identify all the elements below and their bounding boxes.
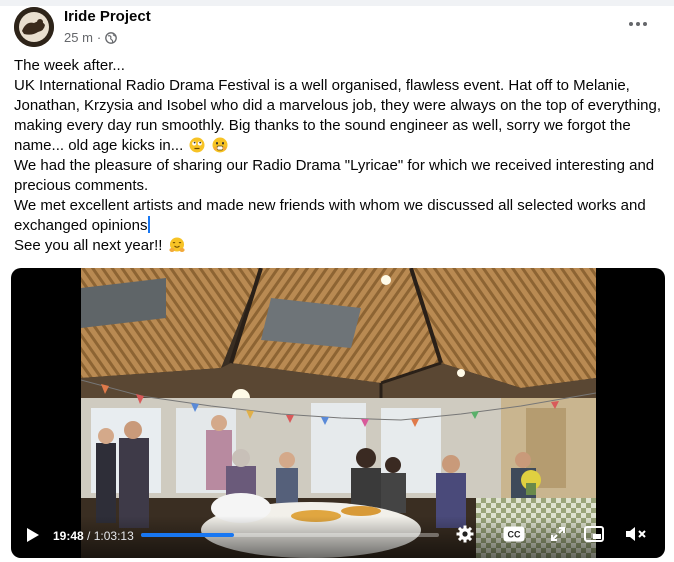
rolling-eyes-emoji-icon — [189, 137, 205, 153]
post-line: UK International Radio Drama Festival is… — [14, 77, 630, 94]
post-meta: 25 m · — [64, 30, 118, 45]
video-frame[interactable] — [80, 268, 597, 558]
gear-icon — [456, 525, 474, 548]
post-line-with-emoji: name... old age kicks in... — [14, 136, 664, 156]
settings-button[interactable] — [454, 525, 476, 548]
hugging-face-emoji-icon — [168, 237, 185, 253]
video-time: 19:48 / 1:03:13 — [53, 529, 134, 543]
play-icon — [26, 527, 40, 548]
captions-button[interactable]: CC — [502, 526, 526, 546]
more-options-button[interactable] — [624, 9, 652, 37]
post-line: We had the pleasure of sharing our Radio… — [14, 157, 655, 174]
author-name[interactable]: Iride Project — [64, 8, 151, 25]
avatar[interactable] — [14, 7, 54, 47]
video-controls: 19:48 / 1:03:13 CC — [11, 516, 665, 558]
post-line-with-emoji: See you all next year!! — [14, 236, 664, 256]
volume-muted-icon — [625, 526, 647, 547]
closed-captions-icon: CC — [503, 526, 525, 547]
post-line: Jonathan, Krzysia and Isobel who did a m… — [14, 97, 662, 114]
feed-divider — [0, 0, 674, 6]
globe-icon — [105, 31, 118, 44]
post-line: precious comments. — [14, 177, 149, 194]
play-button[interactable] — [23, 527, 43, 547]
post-time[interactable]: 25 m — [64, 30, 93, 45]
meta-separator: · — [96, 30, 102, 45]
current-time: 19:48 — [53, 529, 84, 543]
post-line-with-caret: exchanged opinions — [14, 216, 664, 236]
mute-button[interactable] — [624, 526, 648, 546]
post-line: making every day run smoothly. Big thank… — [14, 117, 631, 134]
post-header: Iride Project 25 m · — [14, 7, 664, 47]
more-horizontal-icon — [628, 14, 648, 32]
svg-text:CC: CC — [508, 529, 521, 539]
progress-fill — [141, 533, 235, 537]
video-duration: / 1:03:13 — [87, 529, 134, 543]
post-line: We met excellent artists and made new fr… — [14, 197, 646, 214]
video-player[interactable]: 19:48 / 1:03:13 CC — [11, 268, 665, 558]
post-line: The week after... — [14, 57, 125, 74]
scared-emoji-icon — [212, 137, 228, 153]
progress-bar[interactable] — [141, 533, 439, 537]
post-line: exchanged opinions — [14, 217, 148, 234]
post-body: The week after... UK International Radio… — [14, 56, 664, 256]
picture-in-picture-icon — [584, 525, 604, 547]
expand-icon — [550, 526, 566, 547]
fullscreen-button[interactable] — [548, 526, 568, 546]
text-cursor — [148, 216, 151, 233]
post-line: name... old age kicks in... — [14, 137, 184, 154]
post-line: See you all next year!! — [14, 237, 163, 254]
pip-button[interactable] — [583, 525, 605, 547]
